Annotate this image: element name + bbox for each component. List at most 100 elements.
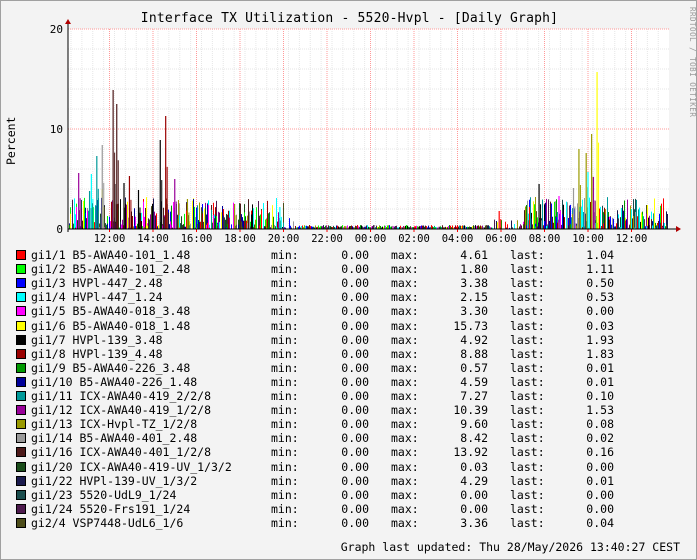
legend-row: gi1/3 HVPl-447_2.48 min: 0.00 max: 3.38 last:… [1, 276, 697, 290]
legend-swatch [16, 419, 26, 430]
max-label: max: [391, 276, 419, 291]
max-label: max: [391, 248, 419, 262]
max-value: 8.42 [460, 431, 488, 446]
legend-row: gi1/5 B5-AWA40-018_3.48 min: 0.00 max: 3.30 l… [1, 304, 697, 318]
min-label: min: [271, 459, 299, 474]
min-value: 0.00 [341, 445, 369, 460]
series-name: gi1/16 ICX-AWA40-401_1/2/8 [31, 445, 212, 460]
min-label: min: [271, 318, 299, 333]
legend-row: gi2/4 VSP7448-UdL6_1/6 min: 0.00 max: 3.36 la… [1, 516, 697, 530]
max-value: 10.39 [453, 403, 488, 418]
min-label: min: [271, 445, 299, 460]
max-label: max: [391, 445, 419, 460]
x-tick-label: 14:00 [137, 233, 169, 245]
legend-swatch [16, 320, 26, 331]
min-value: 0.00 [341, 332, 369, 347]
max-value: 4.61 [460, 248, 488, 262]
legend-swatch [16, 489, 26, 500]
max-value: 15.73 [453, 318, 488, 333]
series-name: gi1/20 ICX-AWA40-419-UV_1/3/2 [31, 459, 232, 474]
x-tick-label: 08:00 [529, 233, 561, 245]
last-value: 0.01 [586, 374, 614, 389]
x-tick-label: 00:00 [355, 233, 387, 245]
legend-row: gi1/1 B5-AWA40-101_1.48 min: 0.00 max: 4.61 l… [1, 248, 697, 262]
legend-row: gi1/20 ICX-AWA40-419-UV_1/3/2 min: 0.00 max… [1, 460, 697, 474]
min-value: 0.00 [341, 417, 369, 432]
legend-row: gi1/7 HVPl-139_3.48 min: 0.00 max: 4.92 last:… [1, 333, 697, 347]
series-name: gi1/14 B5-AWA40-401_2.48 [31, 431, 198, 446]
series-name: gi1/11 ICX-AWA40-419_2/2/8 [31, 389, 212, 403]
legend-swatch [16, 503, 26, 514]
max-label: max: [391, 487, 419, 502]
y-tick-label: 0 [56, 223, 63, 236]
last-label: last: [510, 290, 545, 305]
legend-row: gi1/24 5520-Frs191_1/24 min: 0.00 max: 0.00 l… [1, 502, 697, 516]
min-label: min: [271, 290, 299, 305]
series-name: gi1/9 B5-AWA40-226_3.48 [31, 360, 191, 375]
last-value: 1.11 [586, 262, 614, 277]
legend-swatch [16, 517, 26, 528]
last-value: 0.08 [586, 417, 614, 432]
last-label: last: [510, 473, 545, 488]
series-name: gi1/23 5520-UdL9_1/24 [31, 487, 177, 502]
max-value: 0.03 [460, 459, 488, 474]
series-name: gi1/5 B5-AWA40-018_3.48 [31, 304, 191, 319]
last-label: last: [510, 262, 545, 277]
legend-row: gi1/22 HVPl-139-UV_1/3/2 min: 0.00 max: 4.29… [1, 474, 697, 488]
min-label: min: [271, 487, 299, 502]
legend-row: gi1/23 5520-UdL9_1/24 min: 0.00 max: 0.00 las… [1, 488, 697, 502]
last-label: last: [510, 346, 545, 361]
last-value: 0.00 [586, 304, 614, 319]
min-label: min: [271, 332, 299, 347]
min-value: 0.00 [341, 515, 369, 530]
max-label: max: [391, 318, 419, 333]
max-value: 4.59 [460, 374, 488, 389]
last-label: last: [510, 248, 545, 262]
min-label: min: [271, 473, 299, 488]
legend-row: gi1/8 HVPl-139_4.48 min: 0.00 max: 8.88 last:… [1, 347, 697, 361]
legend-swatch [16, 306, 26, 317]
min-value: 0.00 [341, 487, 369, 502]
y-axis-arrow [65, 19, 71, 24]
min-label: min: [271, 501, 299, 516]
last-value: 0.00 [586, 459, 614, 474]
last-value: 1.83 [586, 346, 614, 361]
legend-swatch [16, 250, 26, 260]
min-label: min: [271, 515, 299, 530]
chart-area: 12:00 14:00 16:00 18:00 20:00 22:00 00:00 02:00… [50, 19, 681, 245]
max-value: 0.57 [460, 360, 488, 375]
last-value: 0.03 [586, 318, 614, 333]
min-value: 0.00 [341, 374, 369, 389]
legend-row: gi1/14 B5-AWA40-401_2.48 min: 0.00 max: 8.42… [1, 431, 697, 445]
min-label: min: [271, 389, 299, 403]
last-label: last: [510, 431, 545, 446]
min-label: min: [271, 304, 299, 319]
legend-swatch [16, 405, 26, 416]
x-tick-label: 02:00 [398, 233, 430, 245]
max-label: max: [391, 515, 419, 530]
legend-swatch [16, 376, 26, 387]
min-value: 0.00 [341, 318, 369, 333]
max-label: max: [391, 346, 419, 361]
legend-row: gi1/12 ICX-AWA40-419_1/2/8 min: 0.00 max: 10… [1, 403, 697, 417]
last-label: last: [510, 445, 545, 460]
graph-frame: Interface TX Utilization - 5520-Hvpl - [… [0, 0, 697, 560]
y-tick-label: 10 [50, 123, 63, 136]
max-label: max: [391, 403, 419, 418]
min-label: min: [271, 346, 299, 361]
min-label: min: [271, 360, 299, 375]
last-value: 1.93 [586, 332, 614, 347]
legend-row: gi1/4 HVPl-447_1.24 min: 0.00 max: 2.15 last:… [1, 290, 697, 304]
min-value: 0.00 [341, 304, 369, 319]
max-value: 0.00 [460, 487, 488, 502]
legend-row: gi1/10 B5-AWA40-226_1.48 min: 0.00 max: 4.59… [1, 375, 697, 389]
max-label: max: [391, 389, 419, 403]
max-label: max: [391, 262, 419, 277]
x-tick-label: 20:00 [268, 233, 300, 245]
min-value: 0.00 [341, 248, 369, 262]
last-value: 0.53 [586, 290, 614, 305]
legend-swatch [16, 362, 26, 373]
last-label: last: [510, 417, 545, 432]
legend-swatch [16, 348, 26, 359]
legend-swatch [16, 461, 26, 472]
